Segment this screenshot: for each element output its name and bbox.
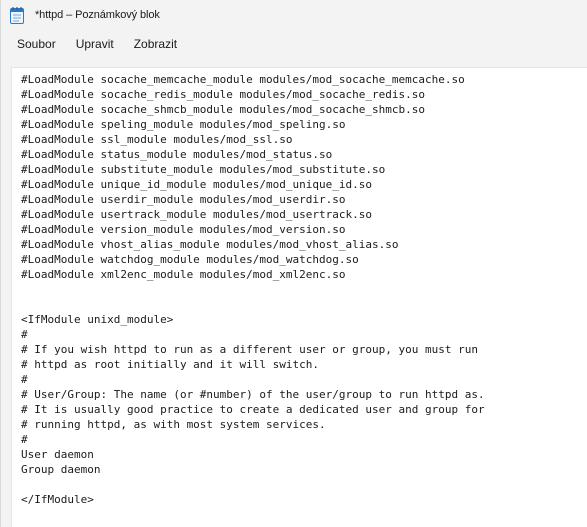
editor-line[interactable]: # httpd as root initially and it will sw… (21, 357, 587, 372)
menu-bar: Soubor Upravit Zobrazit (1, 30, 587, 58)
notepad-window: *httpd – Poznámkový blok Soubor Upravit … (0, 0, 587, 527)
editor-line[interactable]: # If you wish httpd to run as a differen… (21, 342, 587, 357)
editor-line[interactable]: #LoadModule version_module modules/mod_v… (21, 222, 587, 237)
editor-line[interactable]: #LoadModule socache_redis_module modules… (21, 87, 587, 102)
editor-line[interactable] (21, 297, 587, 312)
editor-line[interactable]: #LoadModule usertrack_module modules/mod… (21, 207, 587, 222)
editor-line[interactable]: #LoadModule socache_shmcb_module modules… (21, 102, 587, 117)
editor-line[interactable]: <IfModule unixd_module> (21, 312, 587, 327)
window-title: *httpd – Poznámkový blok (35, 9, 160, 21)
editor-line[interactable]: #LoadModule vhost_alias_module modules/m… (21, 237, 587, 252)
editor-line[interactable]: #LoadModule status_module modules/mod_st… (21, 147, 587, 162)
editor-line[interactable]: #LoadModule userdir_module modules/mod_u… (21, 192, 587, 207)
editor-line[interactable]: # (21, 327, 587, 342)
editor-line[interactable]: # running httpd, as with most system ser… (21, 417, 587, 432)
editor-line[interactable]: #LoadModule ssl_module modules/mod_ssl.s… (21, 132, 587, 147)
editor-line[interactable]: #LoadModule xml2enc_module modules/mod_x… (21, 267, 587, 282)
editor-line[interactable]: #LoadModule substitute_module modules/mo… (21, 162, 587, 177)
menu-view[interactable]: Zobrazit (126, 33, 185, 55)
notepad-icon (9, 6, 25, 24)
editor-line[interactable] (21, 282, 587, 297)
menu-file[interactable]: Soubor (9, 33, 64, 55)
editor-line[interactable]: </IfModule> (21, 492, 587, 507)
text-editor[interactable]: #LoadModule socache_memcache_module modu… (11, 67, 587, 527)
editor-line[interactable]: # (21, 372, 587, 387)
editor-line[interactable] (21, 477, 587, 492)
menu-edit[interactable]: Upravit (68, 33, 122, 55)
editor-line[interactable]: # (21, 432, 587, 447)
editor-line[interactable]: #LoadModule watchdog_module modules/mod_… (21, 252, 587, 267)
editor-line[interactable]: #LoadModule socache_memcache_module modu… (21, 72, 587, 87)
editor-content[interactable]: #LoadModule socache_memcache_module modu… (12, 68, 587, 507)
editor-line[interactable]: # It is usually good practice to create … (21, 402, 587, 417)
editor-line[interactable]: # User/Group: The name (or #number) of t… (21, 387, 587, 402)
editor-line[interactable]: Group daemon (21, 462, 587, 477)
title-bar[interactable]: *httpd – Poznámkový blok (1, 0, 587, 30)
editor-line[interactable]: #LoadModule unique_id_module modules/mod… (21, 177, 587, 192)
editor-line[interactable]: User daemon (21, 447, 587, 462)
editor-line[interactable]: #LoadModule speling_module modules/mod_s… (21, 117, 587, 132)
